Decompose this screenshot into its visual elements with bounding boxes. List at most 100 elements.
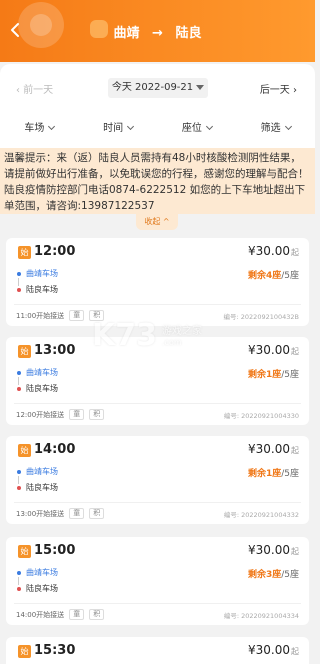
seats-total: /5座 bbox=[281, 469, 299, 479]
pickup-time: 11:00开始接送 bbox=[16, 311, 65, 320]
header-bar: 曲靖 → 陆良 bbox=[0, 0, 315, 62]
watermark-text: 游戏之家 bbox=[162, 326, 202, 337]
caret-down-icon bbox=[196, 84, 205, 90]
route-to: 陆良 bbox=[175, 26, 202, 41]
stop-to: 陆良车场 bbox=[16, 581, 58, 597]
price: ¥30.00起 bbox=[248, 643, 299, 657]
seats-remaining: 剩余3座 bbox=[247, 570, 282, 580]
notice-text: 温馨提示：来（返）陆良人员需持有48小时核酸检测阴性结果，请提前做好出行准备，以… bbox=[4, 152, 309, 212]
points-tag: 积 bbox=[89, 508, 105, 519]
trip-card[interactable]: 始 12:00 ¥30.00起 曲靖车场 陆良车场 剩余4座/5座 11:00开… bbox=[6, 238, 309, 326]
points-tag: 积 bbox=[89, 409, 105, 420]
route-arrow: → bbox=[152, 26, 163, 41]
trip-code: 编号: 2022092100432B bbox=[223, 313, 299, 321]
date-navigation: ‹ 前一天 今天 2022-09-21 后一天 › bbox=[0, 76, 315, 100]
points-tag: 积 bbox=[89, 609, 105, 620]
departure-time: 15:00 bbox=[34, 543, 76, 558]
trip-card[interactable]: 始 15:30 ¥30.00起 bbox=[6, 637, 309, 664]
price-value: ¥30.00 bbox=[248, 343, 290, 357]
chevron-down-icon bbox=[127, 122, 135, 131]
seat-availability: 剩余1座/5座 bbox=[248, 466, 299, 479]
child-tag: 童 bbox=[69, 409, 85, 420]
filter-station[interactable]: 车场 bbox=[0, 118, 79, 140]
filter-label: 筛选 bbox=[260, 123, 281, 134]
filter-more[interactable]: 筛选 bbox=[236, 118, 315, 140]
stop-from-label: 曲靖车场 bbox=[26, 568, 58, 577]
filter-row: 车场 时间 座位 筛选 bbox=[0, 118, 315, 140]
departure-time: 13:00 bbox=[34, 343, 76, 358]
start-tag: 始 bbox=[18, 645, 31, 658]
child-tag: 童 bbox=[69, 609, 85, 620]
divider bbox=[14, 603, 301, 604]
stop-to-label: 陆良车场 bbox=[26, 584, 58, 593]
stops: 曲靖车场 陆良车场 bbox=[16, 464, 58, 496]
stop-to: 陆良车场 bbox=[16, 480, 58, 496]
child-tag: 童 bbox=[69, 508, 85, 519]
price-value: ¥30.00 bbox=[248, 244, 290, 258]
filter-time[interactable]: 时间 bbox=[79, 118, 158, 140]
trip-footer: 14:00开始接送 童 积 bbox=[16, 609, 105, 620]
watermark-logo: K73 游戏之家 .com bbox=[92, 318, 232, 358]
date-selector[interactable]: 今天 2022-09-21 bbox=[108, 78, 208, 98]
route-title: 曲靖 → 陆良 bbox=[0, 22, 315, 41]
price-suffix: 起 bbox=[291, 248, 299, 257]
stop-to: 陆良车场 bbox=[16, 381, 58, 397]
stop-to: 陆良车场 bbox=[16, 282, 58, 298]
start-tag: 始 bbox=[18, 545, 31, 558]
stop-to-label: 陆良车场 bbox=[26, 384, 58, 393]
price: ¥30.00起 bbox=[248, 442, 299, 456]
filter-label: 车场 bbox=[24, 123, 45, 134]
stop-from-label: 曲靖车场 bbox=[26, 368, 58, 377]
stop-from: 曲靖车场 bbox=[16, 365, 58, 381]
pickup-time: 12:00开始接送 bbox=[16, 410, 65, 419]
divider bbox=[14, 502, 301, 503]
price-suffix: 起 bbox=[291, 446, 299, 455]
seat-availability: 剩余1座/5座 bbox=[248, 367, 299, 380]
filter-label: 座位 bbox=[181, 123, 202, 134]
prev-day-button[interactable]: ‹ 前一天 bbox=[16, 81, 53, 96]
start-tag: 始 bbox=[18, 345, 31, 358]
filter-seats[interactable]: 座位 bbox=[158, 118, 237, 140]
price-value: ¥30.00 bbox=[248, 643, 290, 657]
watermark-mark: K73 bbox=[92, 318, 157, 353]
start-tag: 始 bbox=[18, 444, 31, 457]
trip-card[interactable]: 始 14:00 ¥30.00起 曲靖车场 陆良车场 剩余1座/5座 13:00开… bbox=[6, 436, 309, 524]
collapse-button[interactable]: 收起 ^ bbox=[136, 214, 178, 230]
trip-code: 编号: 20220921004332 bbox=[223, 511, 299, 519]
stop-from-label: 曲靖车场 bbox=[26, 269, 58, 278]
stop-from: 曲靖车场 bbox=[16, 565, 58, 581]
trip-code: 编号: 20220921004330 bbox=[223, 412, 299, 420]
trip-footer: 12:00开始接送 童 积 bbox=[16, 409, 105, 420]
departure-time: 12:00 bbox=[34, 244, 76, 259]
seat-availability: 剩余3座/5座 bbox=[248, 567, 299, 580]
price-suffix: 起 bbox=[291, 647, 299, 656]
divider bbox=[14, 304, 301, 305]
date-label: 今天 2022-09-21 bbox=[111, 82, 194, 93]
filter-label: 时间 bbox=[103, 123, 124, 134]
stop-from-label: 曲靖车场 bbox=[26, 467, 58, 476]
pickup-time: 13:00开始接送 bbox=[16, 509, 65, 518]
chevron-down-icon bbox=[284, 122, 292, 131]
next-day-button[interactable]: 后一天 › bbox=[260, 81, 297, 96]
price-value: ¥30.00 bbox=[248, 543, 290, 557]
price: ¥30.00起 bbox=[248, 543, 299, 557]
child-tag: 童 bbox=[69, 310, 85, 321]
stops: 曲靖车场 陆良车场 bbox=[16, 565, 58, 597]
price-suffix: 起 bbox=[291, 347, 299, 356]
seats-remaining: 剩余1座 bbox=[247, 469, 282, 479]
next-day-label: 后一天 bbox=[259, 85, 290, 96]
stops: 曲靖车场 陆良车场 bbox=[16, 266, 58, 298]
filter-panel: ‹ 前一天 今天 2022-09-21 后一天 › 车场 时间 座位 筛选 bbox=[0, 64, 315, 148]
trip-code: 编号: 20220921004334 bbox=[223, 612, 299, 620]
notice-banner: 温馨提示：来（返）陆良人员需持有48小时核酸检测阴性结果，请提前做好出行准备，以… bbox=[0, 148, 315, 214]
seats-total: /5座 bbox=[281, 370, 299, 380]
seat-availability: 剩余4座/5座 bbox=[248, 268, 299, 281]
prev-day-label: 前一天 bbox=[23, 85, 54, 96]
departure-time: 15:30 bbox=[34, 643, 76, 658]
divider bbox=[14, 403, 301, 404]
pickup-time: 14:00开始接送 bbox=[16, 610, 65, 619]
price-value: ¥30.00 bbox=[248, 442, 290, 456]
trip-card[interactable]: 始 15:00 ¥30.00起 曲靖车场 陆良车场 剩余3座/5座 14:00开… bbox=[6, 537, 309, 625]
price: ¥30.00起 bbox=[248, 244, 299, 258]
route-from: 曲靖 bbox=[113, 26, 140, 41]
